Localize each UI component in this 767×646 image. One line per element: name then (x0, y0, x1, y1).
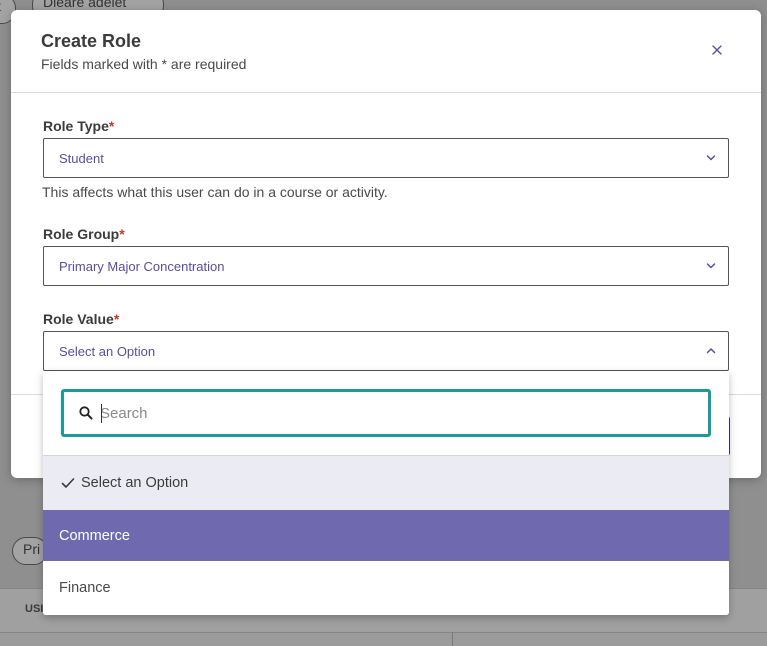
background-chip-label: t (0, 0, 1, 14)
dropdown-search-box[interactable] (61, 389, 711, 437)
chevron-down-icon (706, 155, 716, 161)
role-group-label: Role Group* (43, 226, 125, 242)
dialog-header: Create Role Fields marked with * are req… (11, 10, 761, 93)
role-value-label: Role Value* (43, 311, 119, 327)
role-type-label: Role Type* (43, 118, 114, 134)
option-label: Finance (59, 580, 111, 596)
role-value-select[interactable]: Select an Option (43, 331, 729, 371)
chevron-down-icon (706, 263, 716, 269)
role-value-value: Select an Option (59, 343, 156, 359)
background-chip-label: Dleare adelet (43, 0, 127, 10)
checkmark-icon (61, 478, 75, 488)
role-value-label-text: Role Value (43, 311, 114, 327)
role-type-hint: This affects what this user can do in a … (42, 184, 388, 200)
search-icon (79, 406, 93, 420)
close-button[interactable] (707, 40, 727, 60)
role-group-select[interactable]: Primary Major Concentration (43, 246, 729, 286)
option-commerce[interactable]: Commerce (43, 510, 729, 561)
background-chip-label: Pri (23, 541, 41, 557)
chevron-up-icon (706, 348, 716, 354)
option-finance[interactable]: Finance (43, 561, 729, 615)
text-cursor (101, 404, 102, 423)
role-type-select[interactable]: Student (43, 138, 729, 178)
dropdown-search-input[interactable] (100, 401, 690, 425)
role-group-label-text: Role Group (43, 226, 120, 242)
close-icon (712, 45, 722, 55)
background-table-row (0, 632, 767, 646)
required-mark: * (119, 226, 125, 242)
background-column-divider (452, 632, 453, 646)
role-type-label-text: Role Type (43, 118, 109, 134)
option-label: Commerce (59, 527, 130, 544)
dialog-subtitle: Fields marked with * are required (41, 56, 247, 72)
option-label: Select an Option (81, 475, 189, 491)
required-mark: * (108, 118, 115, 134)
option-select-an-option[interactable]: Select an Option (43, 456, 729, 510)
dialog-title: Create Role (41, 31, 142, 51)
role-group-value: Primary Major Concentration (59, 258, 225, 274)
background-table-header-label: USI (25, 603, 44, 615)
role-type-value: Student (59, 150, 104, 166)
required-mark: * (113, 311, 120, 327)
role-value-dropdown: Select an Option Commerce Finance (43, 371, 729, 615)
